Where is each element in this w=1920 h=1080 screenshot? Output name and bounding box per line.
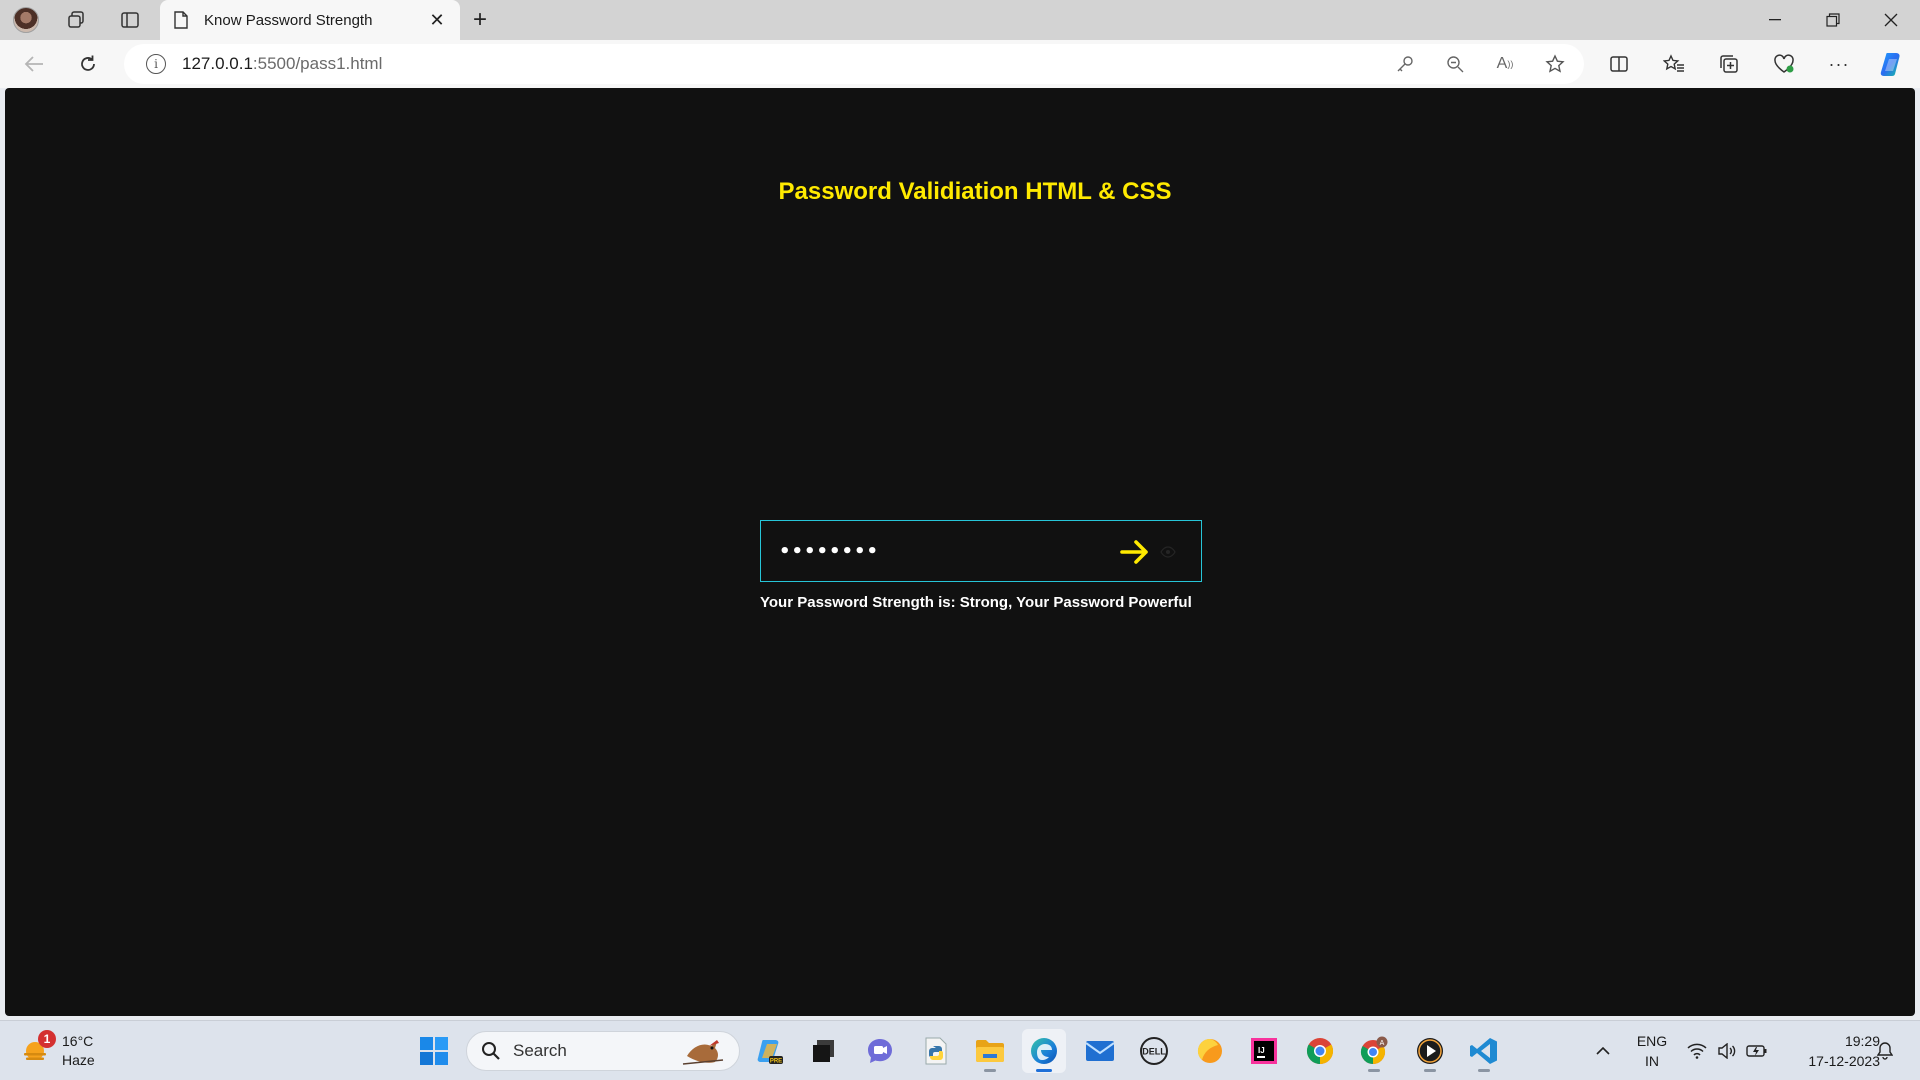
password-input[interactable] — [779, 535, 1099, 567]
avatar — [13, 7, 39, 33]
python-file-icon[interactable] — [914, 1029, 958, 1073]
profile-avatar[interactable] — [8, 4, 44, 36]
svg-text:DELL: DELL — [1142, 1047, 1166, 1057]
split-screen-icon[interactable] — [1601, 48, 1637, 80]
password-key-icon[interactable] — [1390, 50, 1420, 78]
copilot-icon[interactable] — [1874, 48, 1910, 80]
web-content: Password Validiation HTML & CSS Your Pas… — [5, 88, 1915, 1016]
password-box — [760, 520, 1202, 582]
weather-temp: 16°C — [62, 1033, 94, 1049]
running-indicator — [1424, 1069, 1436, 1072]
tab-actions-icon[interactable] — [112, 4, 148, 36]
notification-bell-icon[interactable] — [1870, 1021, 1900, 1080]
language-indicator[interactable]: ENG IN — [1632, 1031, 1672, 1071]
collections-icon[interactable] — [1711, 48, 1747, 80]
tab-title: Know Password Strength — [204, 11, 373, 29]
svg-text:PRE: PRE — [770, 1059, 782, 1065]
read-aloud-icon[interactable]: A)) — [1490, 50, 1520, 78]
back-arrow-icon[interactable] — [16, 48, 52, 80]
close-window-button[interactable] — [1862, 0, 1920, 40]
zoom-out-icon[interactable] — [1440, 50, 1470, 78]
browser-toolbar: i 127.0.0.1:5500/pass1.html A)) ··· — [0, 40, 1920, 88]
dell-icon[interactable]: DELL — [1132, 1029, 1176, 1073]
submit-arrow-icon[interactable] — [1117, 535, 1153, 569]
favorite-star-icon[interactable] — [1540, 50, 1570, 78]
start-windows-icon[interactable] — [412, 1029, 456, 1073]
more-options-icon[interactable]: ··· — [1821, 48, 1857, 80]
weather-badge: 1 — [38, 1030, 56, 1048]
volume-icon[interactable] — [1714, 1021, 1740, 1080]
weather-haze-icon: 1 — [20, 1030, 56, 1066]
new-tab-button[interactable]: + — [462, 4, 498, 36]
language-code: ENG — [1636, 1033, 1668, 1049]
language-region: IN — [1645, 1053, 1659, 1069]
site-info-icon[interactable]: i — [146, 54, 166, 74]
file-explorer-icon[interactable] — [968, 1029, 1012, 1073]
browser-tab-strip: Know Password Strength ✕ + — [0, 0, 1920, 40]
show-hidden-icons-chevron-icon[interactable] — [1588, 1021, 1618, 1080]
teams-chat-icon[interactable] — [858, 1029, 902, 1073]
taskbar-search[interactable]: Search — [466, 1031, 740, 1071]
chrome-icon[interactable] — [1298, 1029, 1342, 1073]
strength-message: Your Password Strength is: Strong, Your … — [760, 594, 1192, 611]
search-highlight-bird-icon — [682, 1040, 724, 1065]
copilot-preview-icon[interactable]: PRE — [748, 1029, 792, 1073]
address-bar[interactable]: i 127.0.0.1:5500/pass1.html A)) — [124, 44, 1584, 84]
minimize-button[interactable] — [1746, 0, 1804, 40]
page-icon — [172, 11, 190, 29]
weather-widget[interactable]: 1 16°C Haze — [20, 1027, 140, 1075]
chrome-profile-icon[interactable]: A — [1352, 1029, 1396, 1073]
tab-active[interactable]: Know Password Strength ✕ — [160, 0, 460, 40]
clock-time: 19:29 — [1844, 1033, 1880, 1049]
running-indicator — [984, 1069, 996, 1072]
edge-browser-icon[interactable] — [1022, 1029, 1066, 1073]
clock-date: 17-12-2023 — [1808, 1053, 1880, 1069]
svg-text:IJ: IJ — [1258, 1046, 1265, 1055]
browser-essentials-icon[interactable] — [1766, 48, 1802, 80]
close-tab-icon[interactable]: ✕ — [426, 9, 448, 31]
orange-app-icon[interactable] — [1188, 1029, 1232, 1073]
svg-text:A: A — [1380, 1040, 1385, 1047]
url-text: 127.0.0.1:5500/pass1.html — [182, 54, 383, 73]
task-view-icon[interactable] — [802, 1029, 846, 1073]
running-indicator — [1478, 1069, 1490, 1072]
search-label: Search — [513, 1041, 567, 1060]
mail-icon[interactable] — [1078, 1029, 1122, 1073]
restore-button[interactable] — [1804, 0, 1862, 40]
media-player-icon[interactable] — [1408, 1029, 1452, 1073]
workspaces-icon[interactable] — [58, 4, 94, 36]
show-password-eye-icon[interactable] — [1159, 543, 1177, 561]
active-indicator — [1036, 1069, 1052, 1072]
taskbar: 1 16°C Haze Search PRE DELL IJ A ENG IN … — [0, 1020, 1920, 1080]
vscode-icon[interactable] — [1462, 1029, 1506, 1073]
refresh-icon[interactable] — [70, 48, 106, 80]
system-clock[interactable]: 19:29 17-12-2023 — [1780, 1031, 1880, 1071]
intellij-icon[interactable]: IJ — [1242, 1029, 1286, 1073]
search-icon — [482, 1042, 500, 1060]
wifi-icon[interactable] — [1684, 1021, 1710, 1080]
running-indicator — [1368, 1069, 1380, 1072]
battery-charging-icon[interactable] — [1744, 1021, 1770, 1080]
favorites-icon[interactable] — [1656, 48, 1692, 80]
weather-desc: Haze — [62, 1052, 95, 1068]
page-title: Password Validiation HTML & CSS — [778, 178, 1172, 205]
